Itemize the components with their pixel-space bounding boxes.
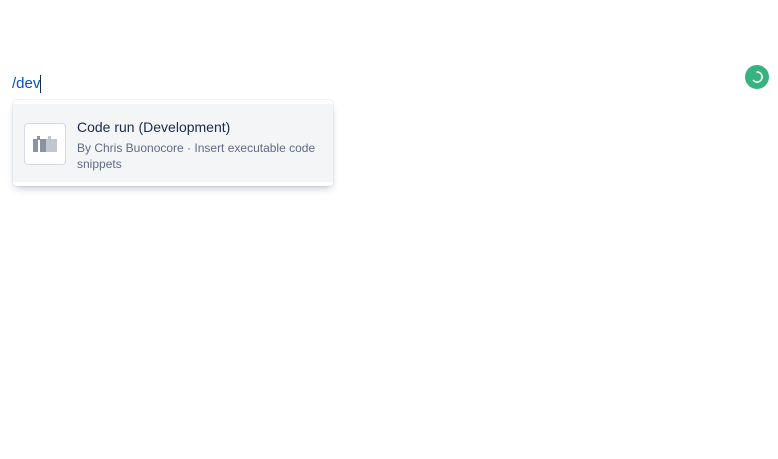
macro-placeholder-icon <box>25 124 65 164</box>
slash-command-menu: Code run (Development) By Chris Buonocor… <box>13 100 333 186</box>
text-caret <box>40 75 42 93</box>
menu-item-code-run[interactable]: Code run (Development) By Chris Buonocor… <box>13 104 333 182</box>
loading-spinner-icon <box>745 65 769 89</box>
menu-item-title: Code run (Development) <box>77 119 231 135</box>
slash-command-query[interactable]: /dev <box>12 74 40 94</box>
menu-item-description: By Chris Buonocore · Insert executable c… <box>77 141 316 171</box>
editor-line[interactable]: /dev <box>12 72 42 96</box>
